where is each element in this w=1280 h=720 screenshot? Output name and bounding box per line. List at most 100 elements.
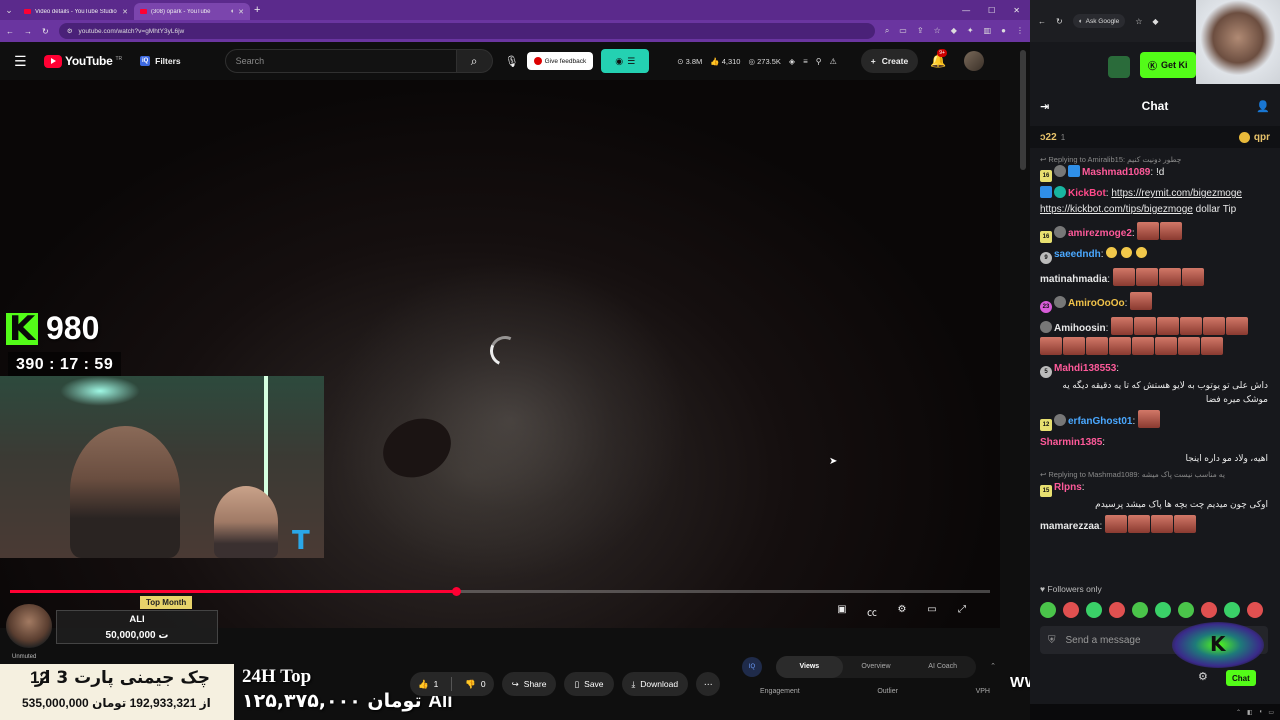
close-window-icon[interactable]: ✕ <box>1013 6 1020 15</box>
scrubber-handle[interactable] <box>451 587 461 596</box>
quick-emote[interactable] <box>1109 602 1125 618</box>
get-kick-button[interactable]: Ⓚ Get Ki <box>1140 52 1196 78</box>
create-button[interactable]: + Create <box>860 49 919 73</box>
puzzle-icon[interactable]: ✦ <box>967 26 974 36</box>
quick-emote[interactable] <box>1178 602 1194 618</box>
extension-icon[interactable]: ◆ <box>951 26 957 36</box>
progress-bar[interactable] <box>10 587 990 596</box>
reload-icon[interactable]: ↻ <box>1056 17 1063 26</box>
alert-icon[interactable]: ⚠ <box>830 57 837 66</box>
close-tab-icon[interactable]: ✕ <box>238 8 244 16</box>
video-player[interactable]: ➤ 980 390 : 17 : 59 T ▣ ㏄ ⚙ ▭ ⤢ <box>0 80 1000 628</box>
chat-username[interactable]: Rlpns <box>1054 482 1082 493</box>
sort-icon[interactable]: ≡ <box>803 57 808 66</box>
vidiq-icon[interactable]: ◈ <box>789 57 795 66</box>
quick-emote[interactable] <box>1132 602 1148 618</box>
chat-link[interactable]: https://kickbot.com/tips/bigezmoge <box>1040 204 1193 215</box>
chat-username[interactable]: Mahdi138553 <box>1054 363 1116 374</box>
back-icon[interactable]: ← <box>1038 17 1046 26</box>
more-actions-button[interactable]: ⋯ <box>696 672 721 696</box>
extension-toggle-button[interactable]: ◉ ☰ <box>601 49 650 73</box>
tab-views[interactable]: Views <box>776 656 843 678</box>
chat-send-button[interactable]: Chat <box>1226 670 1256 686</box>
kick-extension-icon[interactable] <box>1108 56 1130 78</box>
split-icon[interactable]: ▥ <box>984 26 992 36</box>
zoom-icon[interactable]: ⌕ <box>885 26 889 36</box>
menu-dots-icon[interactable]: ⋮ <box>1016 26 1024 36</box>
youtube-logo[interactable]: YouTube TR <box>44 54 122 68</box>
tray-battery-icon[interactable]: ▭ <box>1268 709 1274 716</box>
metric-outlier: Outlier <box>877 688 898 695</box>
account-avatar[interactable] <box>964 51 985 71</box>
cast-icon[interactable]: ▭ <box>899 26 907 36</box>
download-button[interactable]: ⤓ Download <box>621 672 689 696</box>
new-tab-icon[interactable]: + <box>254 4 260 16</box>
pin-icon[interactable]: ⚲ <box>816 57 822 66</box>
quick-emote[interactable] <box>1155 602 1171 618</box>
chat-username[interactable]: mamarezzaa <box>1040 521 1099 532</box>
profile-icon[interactable]: ● <box>1001 26 1006 36</box>
settings-gear-icon[interactable]: ⚙ <box>894 604 910 619</box>
quick-emote[interactable] <box>1247 602 1263 618</box>
site-info-icon[interactable]: ⚙ <box>67 27 73 35</box>
share-icon[interactable]: ⇪ <box>917 26 924 36</box>
tab-search-icon[interactable]: ⌄ <box>0 0 18 20</box>
back-icon[interactable]: ← <box>6 27 14 36</box>
fullscreen-icon[interactable]: ⤢ <box>954 604 970 619</box>
chat-username[interactable]: erfanGhost01 <box>1068 416 1132 427</box>
chat-username[interactable]: Mashmad1089 <box>1082 167 1150 178</box>
minimize-icon[interactable]: — <box>962 6 970 15</box>
bookmark-star-icon[interactable]: ☆ <box>934 26 941 36</box>
chat-username[interactable]: KickBot <box>1068 188 1106 199</box>
voice-search-button[interactable]: 🎙 <box>501 50 523 72</box>
url-field[interactable]: ⚙ youtube.com/watch?v=gMhtY3yL6jw <box>58 23 875 39</box>
collapse-chat-icon[interactable]: ⇥ <box>1040 100 1049 113</box>
tab-youtube-watch[interactable]: (308) opark - YouTube ◖ ✕ <box>134 3 250 20</box>
chat-username[interactable]: amirezmoge2 <box>1068 228 1132 239</box>
tab-youtube-studio[interactable]: Video details - YouTube Studio ✕ <box>18 3 134 20</box>
chat-username[interactable]: Amihoosin <box>1054 323 1106 334</box>
miniplayer-icon[interactable]: ▭ <box>924 604 940 619</box>
ask-google-button[interactable]: ◐ Ask Google <box>1072 14 1126 28</box>
tray-chevron-icon[interactable]: ⌃ <box>1236 709 1241 716</box>
filters-button[interactable]: iQ Filters <box>140 56 181 66</box>
quick-emote[interactable] <box>1086 602 1102 618</box>
menu-icon[interactable]: ☰ <box>14 53 36 70</box>
tray-volume-icon[interactable]: ◖ <box>1259 709 1263 715</box>
chat-username[interactable]: saeedndh <box>1054 249 1101 260</box>
close-tab-icon[interactable]: ✕ <box>122 8 128 16</box>
extension-icon[interactable]: ◆ <box>1152 17 1158 26</box>
tray-network-icon[interactable]: ◧ <box>1247 709 1253 716</box>
user-badge-icon: 16 <box>1040 170 1052 182</box>
search-input[interactable]: Search <box>224 49 457 73</box>
share-button[interactable]: ↪ Share <box>501 672 557 696</box>
reload-icon[interactable]: ↻ <box>42 27 49 36</box>
bookmark-icon: ▯ <box>574 678 580 689</box>
quick-emote[interactable] <box>1224 602 1240 618</box>
quick-emote[interactable] <box>1201 602 1217 618</box>
user-list-icon[interactable]: 👤 <box>1256 100 1270 113</box>
vidiq-player-icon[interactable]: ▣ <box>834 604 850 619</box>
search-button[interactable]: ⌕ <box>456 49 493 73</box>
like-button[interactable]: 👍 1 <box>410 672 446 696</box>
bookmark-star-icon[interactable]: ☆ <box>1135 17 1142 26</box>
chat-username[interactable]: Sharmin1385 <box>1040 437 1102 448</box>
page-scrollbar[interactable] <box>1020 50 1026 170</box>
give-feedback-button[interactable]: Give feedback <box>526 52 594 70</box>
audio-icon[interactable]: ◖ <box>230 8 234 15</box>
quick-emote[interactable] <box>1040 602 1056 618</box>
tab-ai-coach[interactable]: AI Coach <box>909 656 976 678</box>
chat-username[interactable]: AmiroOoOo <box>1068 298 1125 309</box>
chat-settings-icon[interactable]: ⚙ <box>1198 670 1208 683</box>
captions-icon[interactable]: ㏄ <box>864 604 880 619</box>
collapse-icon[interactable]: ⌃ <box>990 662 996 670</box>
notifications-button[interactable]: 🔔 9+ <box>930 49 947 69</box>
tab-overview[interactable]: Overview <box>843 656 910 678</box>
chat-link[interactable]: https://reymit.com/bigezmoge <box>1111 188 1242 199</box>
forward-icon[interactable]: → <box>24 27 32 36</box>
quick-emote[interactable] <box>1063 602 1079 618</box>
dislike-button[interactable]: 👎 0 <box>457 672 493 696</box>
chat-username[interactable]: matinahmadia <box>1040 274 1107 285</box>
save-button[interactable]: ▯ Save <box>564 672 614 696</box>
maximize-icon[interactable]: ☐ <box>988 6 995 15</box>
